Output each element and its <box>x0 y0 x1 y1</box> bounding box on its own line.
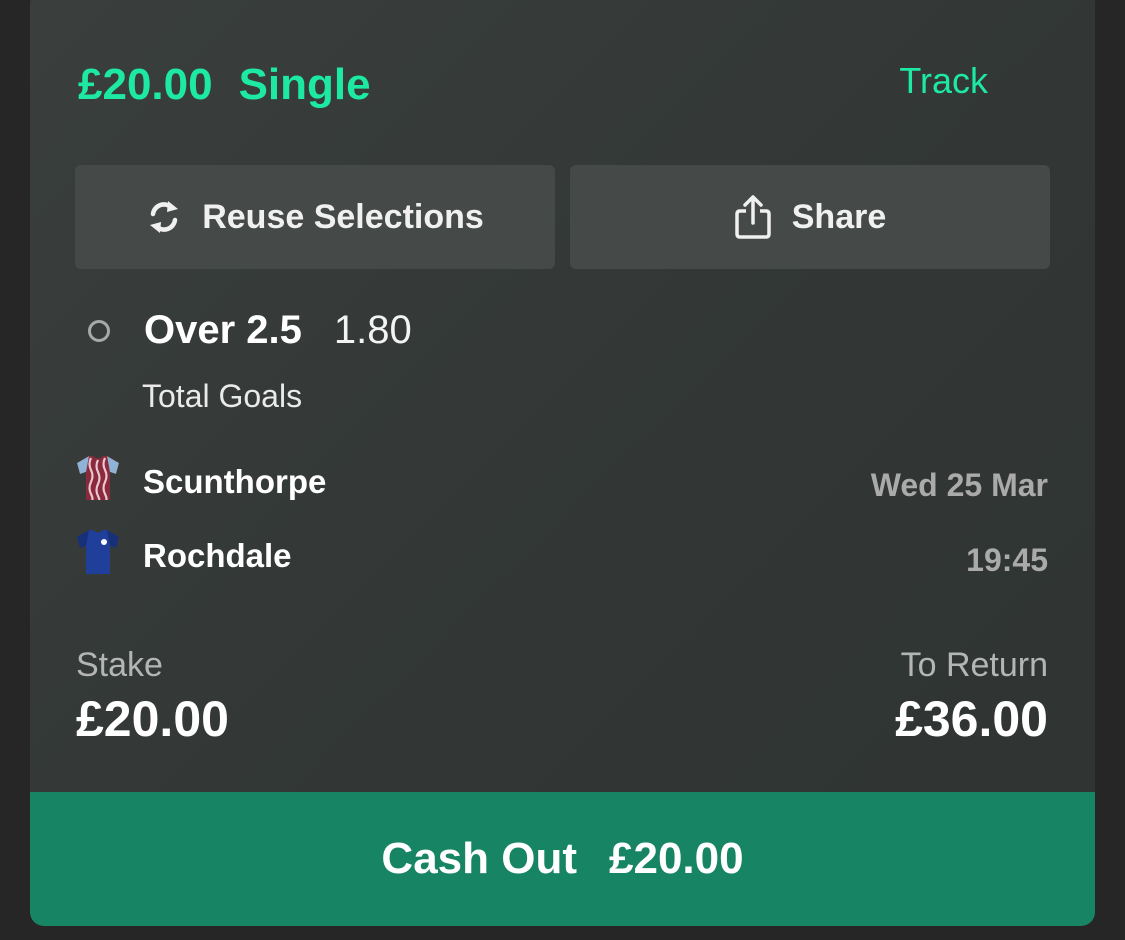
blue-shirt-icon <box>75 528 121 584</box>
match-date: Wed 25 Mar <box>870 467 1048 503</box>
cash-out-amount: £20.00 <box>609 834 744 883</box>
away-team-name: Rochdale <box>143 537 292 574</box>
reuse-selections-button[interactable]: Reuse Selections <box>75 165 555 269</box>
selection-row: Over 2.5 1.80 <box>88 308 412 353</box>
share-label: Share <box>791 197 887 236</box>
track-link[interactable]: Track <box>899 60 988 102</box>
selection-name: Over 2.5 <box>144 308 302 352</box>
bet-type: Single <box>238 60 371 109</box>
reuse-selections-label: Reuse Selections <box>202 197 484 236</box>
selection-odds: 1.80 <box>333 308 412 352</box>
to-return-value: £36.00 <box>895 691 1048 747</box>
share-button[interactable]: Share <box>570 165 1050 269</box>
to-return-label: To Return <box>900 646 1048 684</box>
bet-card: £20.00 Single Track Reuse Selections Sha… <box>30 0 1095 926</box>
stake-label: Stake <box>76 646 163 684</box>
refresh-icon <box>146 197 182 237</box>
share-icon <box>734 194 772 240</box>
selection-status-circle-icon <box>88 319 110 342</box>
home-team: Scunthorpe <box>75 454 326 510</box>
market-name: Total Goals <box>142 378 303 414</box>
home-team-name: Scunthorpe <box>143 463 327 500</box>
stake-value: £20.00 <box>76 691 229 747</box>
cash-out-label: Cash Out <box>381 834 577 883</box>
away-team: Rochdale <box>75 528 292 584</box>
match-time: 19:45 <box>966 542 1048 578</box>
bet-amount: £20.00 <box>78 60 213 109</box>
bet-header: £20.00 Single <box>78 60 371 110</box>
claret-striped-shirt-icon <box>75 454 121 510</box>
cash-out-button[interactable]: Cash Out £20.00 <box>30 792 1095 926</box>
